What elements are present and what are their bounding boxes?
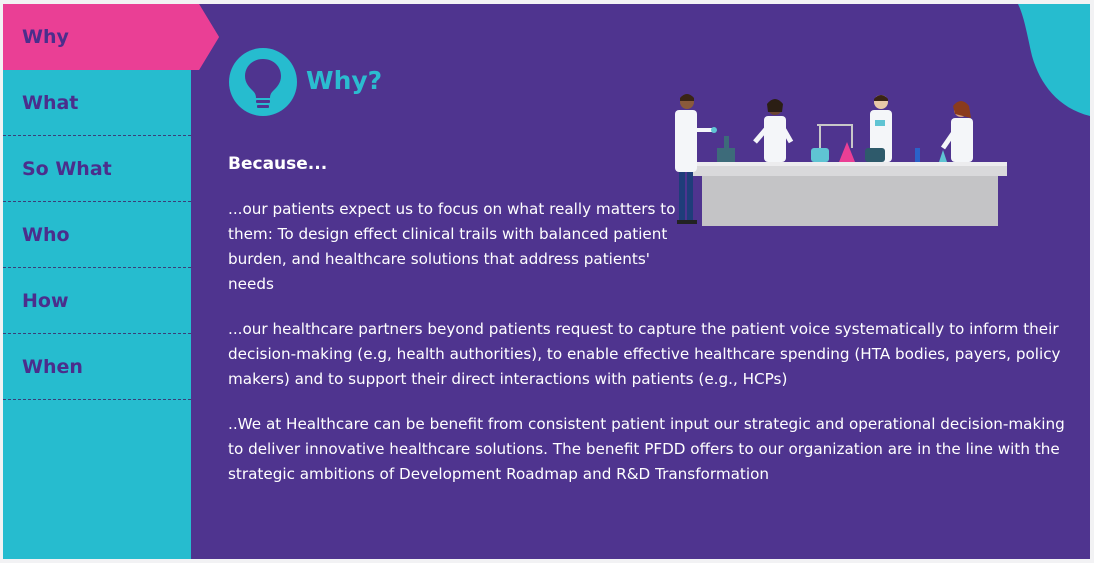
page-title: Why? <box>306 66 383 95</box>
scientists-lab-illustration <box>675 94 1007 226</box>
slide-frame: Why What So What Who How When Why? Becau… <box>3 4 1090 559</box>
nav-label-who: Who <box>22 224 70 246</box>
paragraph-1: ...our patients expect us to focus on wh… <box>228 200 676 293</box>
nav-label-when: When <box>22 356 83 378</box>
nav-item-when[interactable]: When <box>3 334 191 400</box>
intro-heading: Because... <box>228 154 328 174</box>
nav-item-who[interactable]: Who <box>3 202 191 268</box>
nav-label-how: How <box>22 290 69 312</box>
nav-item-how[interactable]: How <box>3 268 191 334</box>
sidebar-nav: Why What So What Who How When <box>3 4 219 559</box>
nav-label-why: Why <box>22 26 69 48</box>
nav-item-what[interactable]: What <box>3 70 191 136</box>
corner-decoration <box>1018 4 1090 116</box>
nav-label-so-what: So What <box>22 158 112 180</box>
paragraph-3: ..We at Healthcare can be benefit from c… <box>228 415 1065 483</box>
paragraph-2: ...our healthcare partners beyond patien… <box>228 320 1061 388</box>
nav-item-so-what[interactable]: So What <box>3 136 191 202</box>
nav-label-what: What <box>22 92 79 114</box>
lightbulb-icon <box>229 48 297 116</box>
